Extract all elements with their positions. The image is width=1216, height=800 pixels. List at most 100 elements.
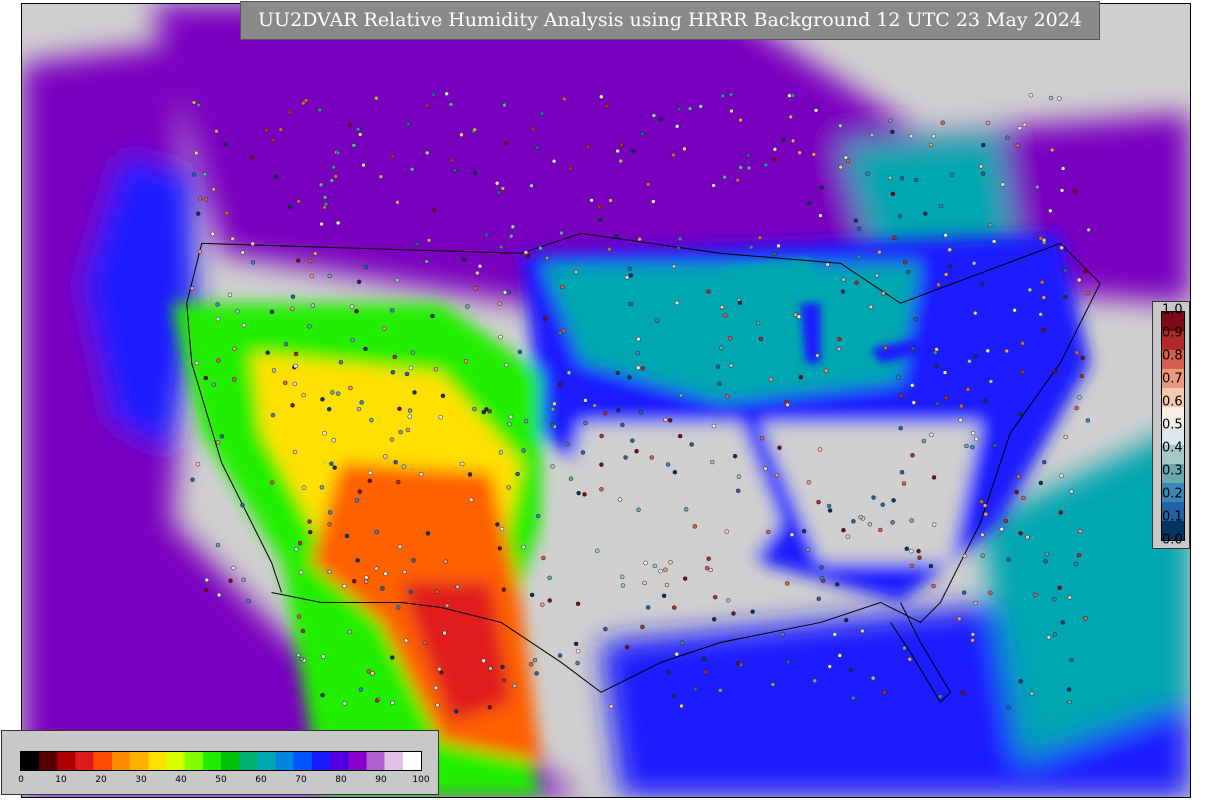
- station-dot: [433, 367, 439, 372]
- station-dot: [1006, 705, 1011, 710]
- station-dot: [837, 336, 842, 342]
- station-dot: [203, 375, 209, 381]
- station-dot: [1048, 95, 1054, 101]
- station-dot: [348, 385, 353, 391]
- station-dot: [661, 593, 667, 599]
- station-dot: [364, 575, 369, 580]
- station-dot: [392, 354, 398, 360]
- station-dot: [195, 211, 201, 216]
- station-dot: [585, 144, 591, 150]
- station-dot: [776, 243, 781, 249]
- station-dot: [841, 277, 846, 282]
- station-dot: [758, 336, 764, 342]
- station-dot: [1085, 418, 1091, 423]
- station-dot: [967, 359, 972, 364]
- station-dot: [1005, 135, 1010, 141]
- station-dot: [729, 108, 734, 114]
- station-dot: [931, 583, 936, 589]
- station-dot: [424, 259, 429, 264]
- station-dot: [481, 409, 486, 415]
- obs-tick-label: 0.7: [1162, 371, 1183, 387]
- rh-tick-label: 30: [135, 775, 147, 785]
- humidity-map: [22, 4, 1190, 797]
- station-dot: [223, 142, 228, 147]
- station-dot: [983, 511, 988, 517]
- station-dot: [356, 406, 362, 412]
- station-dot: [307, 324, 312, 329]
- station-dot: [515, 471, 520, 477]
- station-dot: [190, 477, 195, 482]
- station-dot: [1039, 280, 1045, 285]
- station-dot: [250, 241, 255, 246]
- station-dot: [269, 309, 275, 315]
- station-dot: [991, 239, 997, 244]
- station-dot: [435, 702, 440, 708]
- station-dot: [235, 309, 240, 314]
- obs-tick-label: 0.5: [1162, 417, 1183, 433]
- station-dot: [395, 200, 400, 205]
- station-dot: [443, 559, 448, 564]
- station-dot: [504, 362, 509, 368]
- station-dot: [704, 565, 710, 571]
- station-dot: [667, 418, 673, 423]
- station-dot: [898, 425, 903, 431]
- station-dot: [682, 576, 688, 581]
- station-dot: [589, 198, 594, 203]
- station-dot: [676, 106, 682, 112]
- station-dot: [383, 454, 388, 459]
- station-dot: [943, 395, 949, 401]
- station-dot: [499, 526, 505, 532]
- station-dot: [539, 111, 545, 116]
- station-dot: [287, 204, 293, 210]
- station-dot: [210, 231, 215, 237]
- station-dot: [215, 302, 220, 307]
- station-dot: [215, 316, 221, 322]
- rh-tick-label: 90: [375, 775, 387, 785]
- station-dot: [357, 489, 362, 494]
- station-dot: [333, 174, 338, 179]
- station-dot: [1043, 559, 1048, 564]
- station-dot: [911, 400, 917, 405]
- station-dot: [985, 348, 990, 354]
- station-dot: [865, 171, 870, 177]
- station-dot: [444, 91, 449, 97]
- station-dot: [677, 433, 683, 439]
- station-dot: [636, 507, 641, 512]
- station-dot: [663, 567, 668, 573]
- station-dot: [719, 304, 725, 310]
- station-dot: [640, 131, 645, 137]
- station-dot: [980, 282, 985, 287]
- station-dot: [913, 177, 919, 183]
- station-dot: [287, 109, 293, 115]
- station-dot: [936, 282, 941, 287]
- station-dot: [560, 284, 565, 290]
- station-dot: [401, 464, 406, 469]
- station-dot: [674, 124, 680, 129]
- station-dot: [573, 641, 579, 647]
- station-dot: [881, 291, 886, 296]
- station-dot: [576, 490, 581, 496]
- map-panel[interactable]: [21, 3, 1191, 798]
- station-dot: [460, 461, 465, 467]
- station-dot: [671, 264, 677, 269]
- station-dot: [599, 462, 604, 467]
- station-dot: [1044, 551, 1050, 557]
- station-dot: [523, 418, 529, 424]
- station-dot: [1027, 287, 1033, 293]
- station-dot: [811, 152, 817, 157]
- station-dot: [1086, 227, 1091, 233]
- station-dot: [772, 147, 778, 152]
- station-dot: [899, 469, 905, 475]
- station-dot: [224, 210, 229, 216]
- station-dot: [393, 459, 398, 465]
- station-dot: [921, 438, 927, 444]
- station-dot: [595, 548, 600, 553]
- station-dot: [617, 497, 623, 502]
- station-dot: [877, 249, 882, 255]
- station-dot: [763, 466, 768, 471]
- station-dot: [736, 474, 742, 479]
- station-dot: [1073, 561, 1079, 567]
- station-dot: [1059, 245, 1064, 251]
- station-dot: [672, 605, 677, 610]
- station-dot: [636, 336, 641, 342]
